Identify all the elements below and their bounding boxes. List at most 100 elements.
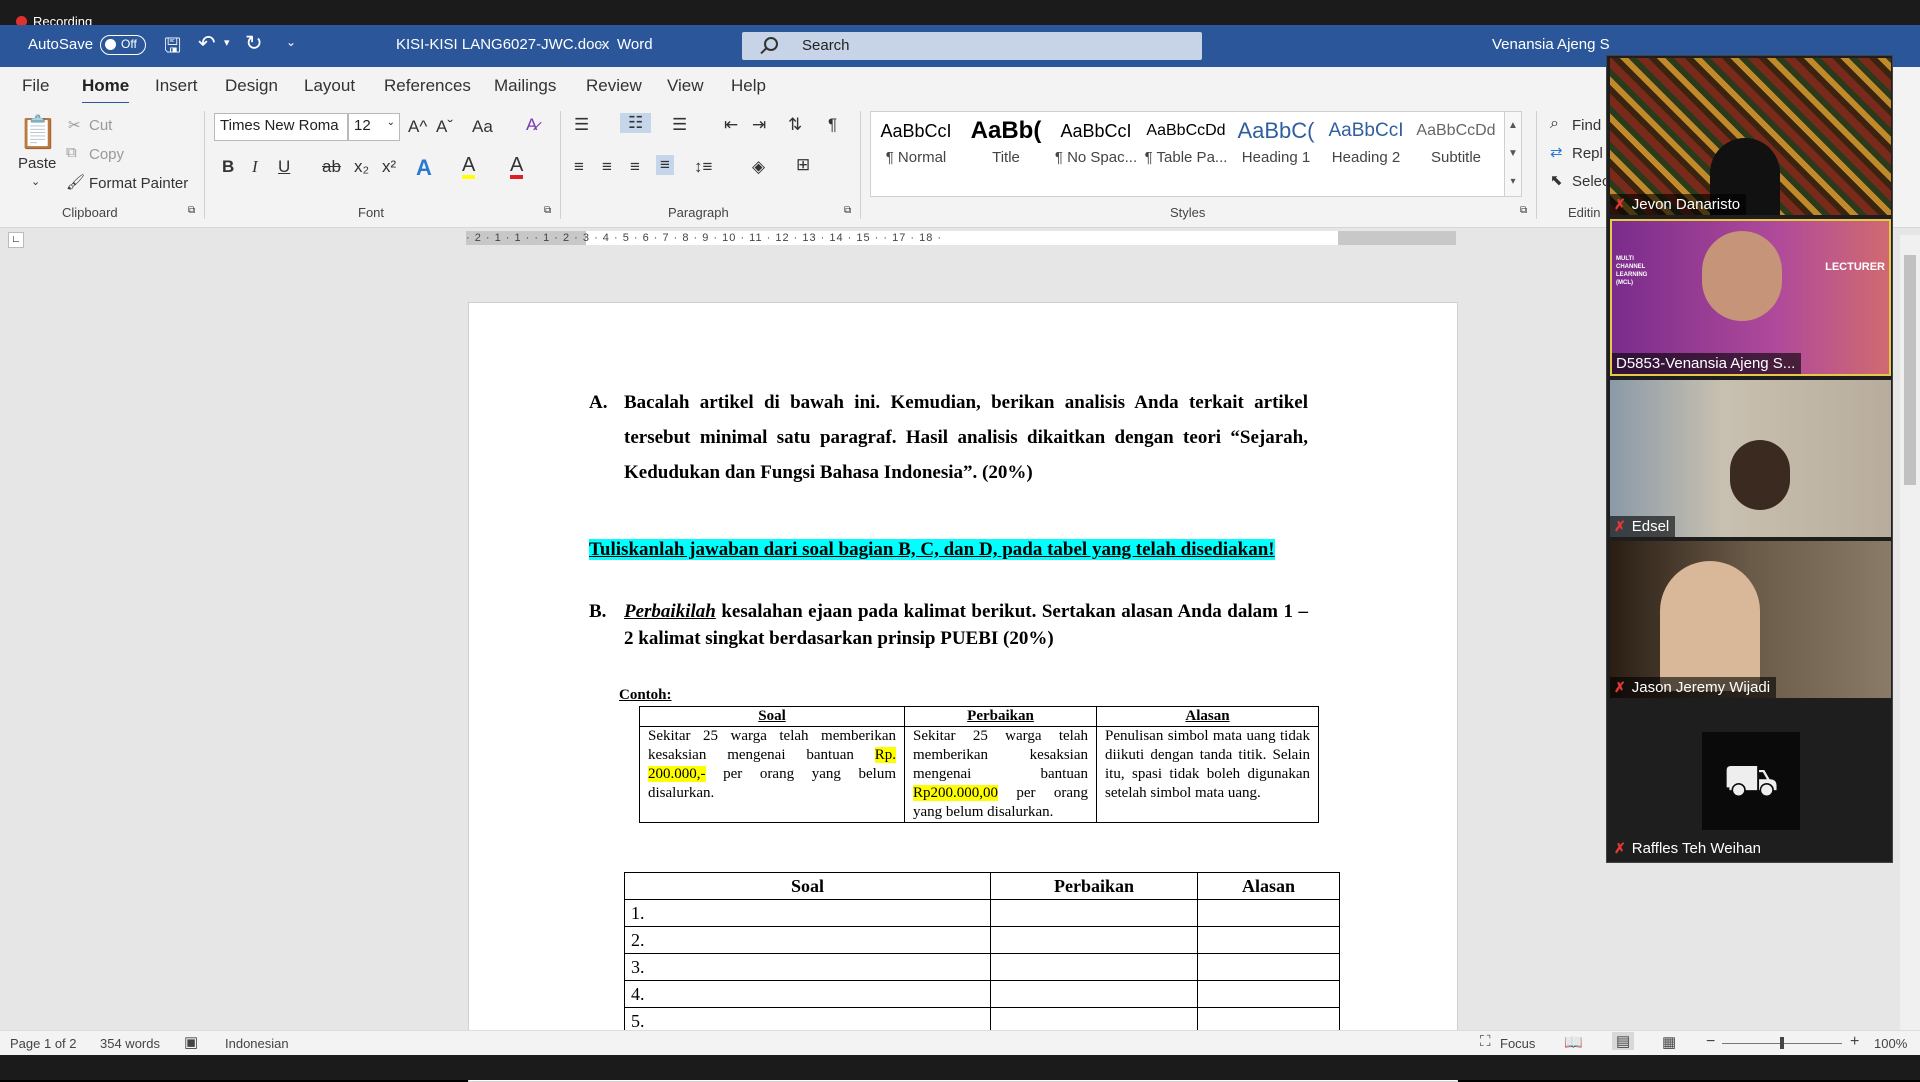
tab-layout[interactable]: Layout (304, 76, 355, 96)
document-page[interactable]: A. Bacalah artikel di bawah ini. Kemudia… (468, 302, 1458, 1082)
participant-tile[interactable]: ⛟ ✗ Raffles Teh Weihan (1610, 702, 1891, 859)
tab-help[interactable]: Help (731, 76, 766, 96)
undo-icon[interactable]: ↶ (198, 31, 216, 56)
clipboard-launcher-icon[interactable]: ⧉ (188, 205, 195, 216)
tab-insert[interactable]: Insert (155, 76, 198, 96)
redo-icon[interactable]: ↻ (245, 31, 263, 56)
tab-file[interactable]: File (22, 76, 49, 96)
participant-tile[interactable]: ✗ Edsel (1610, 380, 1891, 537)
user-name[interactable]: Venansia Ajeng S (1492, 36, 1610, 53)
tab-review[interactable]: Review (586, 76, 642, 96)
copy-button[interactable]: Copy (89, 146, 124, 163)
strikethrough-button[interactable]: ab (322, 157, 341, 177)
answer-perbaikan-cell[interactable] (990, 899, 1198, 927)
subscript-button[interactable]: x₂ (354, 157, 369, 177)
decrease-indent-icon[interactable]: ⇤ (724, 115, 738, 135)
replace-button[interactable]: Repl (1572, 145, 1603, 162)
answer-number-cell[interactable]: 4. (624, 980, 991, 1008)
tab-mailings[interactable]: Mailings (494, 76, 556, 96)
paragraph-launcher-icon[interactable]: ⧉ (844, 205, 851, 216)
paste-icon[interactable]: 📋 (18, 113, 58, 151)
example-perbaikan-cell[interactable]: Sekitar 25 warga telah memberikan kesaks… (904, 726, 1097, 823)
style-table-paragraph[interactable]: AaBbCcDd ¶ Table Pa... (1142, 113, 1230, 183)
tab-selector-icon[interactable]: ∟ (8, 232, 24, 248)
copy-icon[interactable]: ⧉ (66, 144, 77, 161)
align-center-icon[interactable]: ≡ (602, 157, 612, 177)
find-icon[interactable]: ⌕ (1550, 115, 1559, 133)
tab-view[interactable]: View (667, 76, 704, 96)
answer-number-cell[interactable]: 2. (624, 926, 991, 954)
scrollbar-thumb[interactable] (1904, 255, 1916, 485)
style-heading-1[interactable]: AaBbC(Heading 1 (1232, 113, 1320, 183)
example-soal-cell[interactable]: Sekitar 25 warga telah memberikan kesaks… (639, 726, 905, 823)
format-painter-icon[interactable]: 🖌 (66, 173, 85, 191)
font-size-box[interactable]: 12 ⌄ (348, 113, 400, 141)
vertical-scrollbar[interactable] (1900, 235, 1920, 1055)
font-color-icon[interactable]: A (510, 155, 524, 179)
replace-icon[interactable]: ⇄ (1550, 143, 1563, 161)
styles-more-icon[interactable]: ▾ (1505, 168, 1521, 196)
zoom-out-icon[interactable]: − (1706, 1033, 1715, 1051)
styles-launcher-icon[interactable]: ⧉ (1520, 205, 1527, 216)
answer-alasan-cell[interactable] (1197, 899, 1340, 927)
answer-number-cell[interactable]: 1. (624, 899, 991, 927)
undo-dropdown-icon[interactable]: ▾ (224, 36, 230, 49)
zoom-slider-thumb[interactable] (1780, 1037, 1784, 1049)
highlight-color-icon[interactable]: A (462, 155, 476, 179)
shading-icon[interactable]: ◈ (752, 157, 765, 177)
tab-design[interactable]: Design (225, 76, 278, 96)
autosave-toggle[interactable]: Off (100, 35, 146, 55)
proofing-icon[interactable]: ▣ (184, 1033, 198, 1051)
borders-icon[interactable]: ⊞ (796, 155, 810, 175)
answer-number-cell[interactable]: 3. (624, 953, 991, 981)
style-subtitle[interactable]: AaBbCcDd Subtitle (1412, 113, 1500, 183)
paste-button[interactable]: Paste (18, 155, 56, 172)
customize-toolbar-icon[interactable]: ⌄ (286, 35, 296, 49)
numbering-icon[interactable]: ☷ (620, 113, 652, 133)
superscript-button[interactable]: x² (382, 157, 396, 177)
print-layout-icon[interactable]: ▤ (1612, 1032, 1635, 1050)
answer-perbaikan-cell[interactable] (990, 953, 1198, 981)
answer-perbaikan-cell[interactable] (990, 926, 1198, 954)
bold-button[interactable]: B (222, 157, 234, 177)
cut-icon[interactable]: ✂ (68, 116, 81, 134)
align-left-icon[interactable]: ≡ (574, 157, 584, 177)
answer-alasan-cell[interactable] (1197, 980, 1340, 1008)
text-effects-icon[interactable]: A (416, 155, 432, 181)
tab-references[interactable]: References (384, 76, 471, 96)
line-spacing-icon[interactable]: ↕≡ (694, 157, 712, 177)
participant-tile[interactable]: ✗ Jevon Danaristo (1610, 58, 1891, 215)
participant-tile[interactable]: MULTI CHANNEL LEARNING (MCL) LECTURER D5… (1610, 219, 1891, 376)
styles-up-icon[interactable]: ▲ (1505, 112, 1521, 140)
style-no-spacing[interactable]: AaBbCcI ¶ No Spac... (1052, 113, 1140, 183)
page-count[interactable]: Page 1 of 2 (10, 1036, 77, 1051)
styles-down-icon[interactable]: ▼ (1505, 140, 1521, 168)
web-layout-icon[interactable]: ▦ (1662, 1033, 1676, 1051)
focus-icon[interactable]: ⛶ (1480, 1033, 1491, 1050)
style-title[interactable]: AaBb(Title (962, 113, 1050, 183)
show-formatting-icon[interactable]: ¶ (828, 115, 837, 135)
select-button[interactable]: Selec (1572, 173, 1610, 190)
select-icon[interactable]: ⬉ (1550, 171, 1563, 189)
paste-dropdown-icon[interactable]: ⌄ (31, 175, 40, 188)
search-box[interactable]: Search (742, 32, 1202, 60)
font-launcher-icon[interactable]: ⧉ (544, 205, 551, 216)
language[interactable]: Indonesian (225, 1036, 289, 1051)
align-right-icon[interactable]: ≡ (630, 157, 640, 177)
clear-formatting-icon[interactable]: A̷ (526, 115, 537, 135)
italic-button[interactable]: I (252, 157, 258, 177)
answer-alasan-cell[interactable] (1197, 926, 1340, 954)
example-alasan-cell[interactable]: Penulisan simbol mata uang tidak diikuti… (1096, 726, 1319, 823)
zoom-in-icon[interactable]: + (1850, 1033, 1859, 1051)
styles-scroll[interactable]: ▲ ▼ ▾ (1504, 111, 1522, 197)
zoom-level[interactable]: 100% (1874, 1036, 1907, 1051)
multilevel-list-icon[interactable]: ☰ (672, 115, 687, 135)
grow-font-icon[interactable]: A^ (408, 117, 427, 137)
answer-alasan-cell[interactable] (1197, 953, 1340, 981)
sort-icon[interactable]: ⇅ (788, 115, 802, 135)
tab-home[interactable]: Home (82, 76, 130, 105)
style-heading-2[interactable]: AaBbCcI Heading 2 (1322, 113, 1410, 183)
cut-button[interactable]: Cut (89, 117, 112, 134)
increase-indent-icon[interactable]: ⇥ (752, 115, 766, 135)
horizontal-ruler[interactable]: · 2 · 1 · 1 · · 1 · 2 · 3 · 4 · 5 · 6 · … (466, 231, 1456, 245)
